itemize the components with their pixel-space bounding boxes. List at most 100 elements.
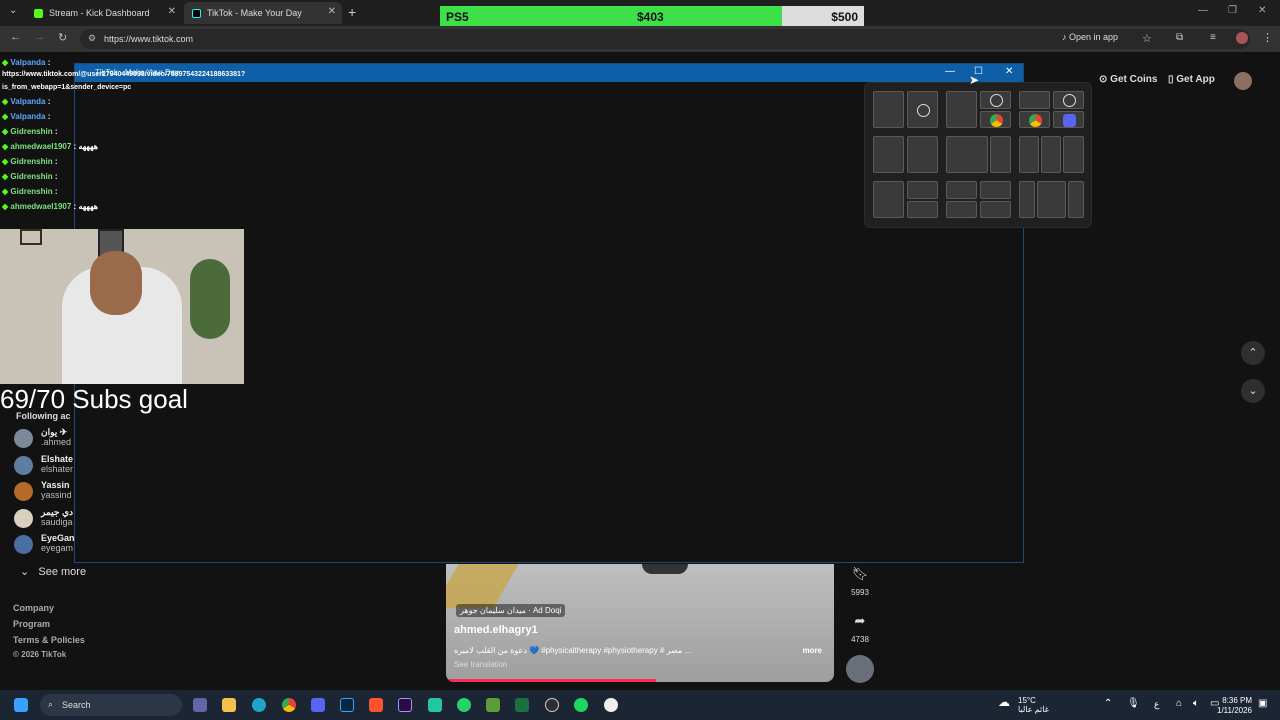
snap-zone[interactable] — [907, 181, 938, 199]
more-button[interactable]: more — [802, 646, 822, 655]
profile-avatar[interactable] — [1236, 32, 1248, 44]
microphone-icon[interactable]: 🎙︎ — [1127, 698, 1140, 709]
save-button[interactable]: 🔖︎ 5993 — [845, 566, 875, 597]
site-info-icon[interactable]: ⚙ — [88, 33, 96, 44]
following-account[interactable]: EyeGan eyegam — [14, 533, 84, 554]
snap-zone[interactable] — [990, 136, 1011, 173]
video-progress-bar[interactable] — [446, 679, 656, 682]
snap-zone[interactable] — [980, 91, 1011, 109]
location-tag[interactable]: ميدان سليمان جوهر · Ad Doqi — [456, 604, 566, 617]
file-explorer-icon[interactable] — [222, 698, 236, 712]
window-minimize-icon[interactable]: — — [1198, 5, 1208, 16]
following-account[interactable]: يوان ✈ .ahmed — [14, 427, 84, 448]
snap-zone[interactable] — [907, 201, 938, 218]
get-app-button[interactable]: ▯ Get App — [1168, 74, 1215, 85]
following-account[interactable]: Yassin yassind — [14, 480, 84, 501]
windows-start-icon[interactable] — [14, 698, 28, 712]
snap-zone[interactable] — [980, 111, 1011, 128]
snap-zone[interactable] — [1068, 181, 1084, 218]
spotify-icon[interactable] — [574, 698, 588, 712]
tab-kick-dashboard[interactable]: Stream - Kick Dashboard ✕ — [26, 2, 182, 24]
following-account[interactable]: Elshate elshater — [14, 454, 84, 475]
snap-zone[interactable] — [1063, 136, 1084, 173]
notifications-icon[interactable]: ▣ — [1258, 698, 1267, 709]
excel-icon[interactable] — [515, 698, 529, 712]
forward-icon[interactable]: → — [34, 31, 45, 43]
edge-icon[interactable] — [252, 698, 266, 712]
snap-zone[interactable] — [946, 91, 977, 128]
chat-text: : — [54, 127, 58, 136]
whatsapp-icon[interactable] — [457, 698, 471, 712]
footer-company-link[interactable]: Company — [13, 603, 54, 613]
new-tab-button[interactable]: + — [348, 4, 356, 20]
snap-zone[interactable] — [873, 136, 904, 173]
reload-icon[interactable]: ↻ — [58, 31, 67, 44]
snap-zone[interactable] — [907, 136, 938, 173]
back-icon[interactable]: ← — [10, 31, 21, 43]
taskbar-clock[interactable]: 8:36 PM 1/11/2026 — [1217, 696, 1252, 716]
language-indicator[interactable]: ع — [1154, 699, 1159, 710]
snap-zone[interactable] — [946, 181, 977, 199]
get-coins-button[interactable]: ⊙ Get Coins — [1099, 74, 1157, 85]
goal-current: $403 — [637, 10, 664, 24]
snap-zone[interactable] — [873, 181, 904, 218]
snap-zone[interactable] — [1041, 136, 1061, 173]
tab-tiktok[interactable]: TikTok - Make Your Day ✕ — [184, 2, 342, 24]
snap-zone[interactable] — [873, 91, 904, 128]
snap-zone[interactable] — [1037, 181, 1066, 218]
footer-program-link[interactable]: Program — [13, 619, 50, 629]
discord-icon[interactable] — [311, 698, 325, 712]
taskbar-search[interactable]: ⌕ Search — [40, 694, 182, 716]
open-in-app-button[interactable]: ♪ Open in app — [1062, 32, 1118, 42]
minecraft-icon[interactable] — [486, 698, 500, 712]
snap-zone[interactable] — [1019, 111, 1050, 128]
window-close-icon[interactable]: ✕ — [1258, 5, 1266, 16]
video-player[interactable]: ميدان سليمان جوهر · Ad Doqi ahmed.elhagr… — [446, 564, 834, 682]
tab-menu-chevron-icon[interactable]: ⌄ — [9, 5, 17, 16]
see-more-button[interactable]: ⌄ See more — [20, 565, 86, 578]
browser-menu-icon[interactable]: ⋮ — [1262, 31, 1273, 44]
reading-list-icon[interactable]: ≡ — [1210, 32, 1216, 43]
popup-close-icon[interactable]: ✕ — [1005, 66, 1013, 77]
snap-zone[interactable] — [1019, 136, 1039, 173]
snap-zone[interactable] — [1019, 91, 1050, 109]
scroll-up-button[interactable]: ⌃ — [1241, 341, 1265, 365]
chat-message: ◆ Valpanda : — [2, 58, 50, 67]
app-icon[interactable] — [604, 698, 618, 712]
popup-minimize-icon[interactable]: — — [945, 66, 955, 77]
snap-zone[interactable] — [980, 181, 1011, 199]
premiere-icon[interactable] — [398, 698, 412, 712]
video-description: دعوة من القلب لاميره 💙 #physicaltherapy … — [454, 646, 692, 655]
snap-zone[interactable] — [946, 136, 988, 173]
scroll-down-button[interactable]: ⌄ — [1241, 379, 1265, 403]
snap-zone[interactable] — [1053, 111, 1084, 128]
weather-widget[interactable]: ☁ 15°C غائم عالبا — [998, 696, 1049, 714]
snap-zone[interactable] — [1019, 181, 1035, 218]
user-avatar[interactable] — [1234, 72, 1252, 90]
chrome-icon[interactable] — [282, 698, 296, 712]
bookmark-star-icon[interactable]: ☆ — [1142, 32, 1152, 45]
obs-icon[interactable] — [545, 698, 559, 712]
snap-zone[interactable] — [946, 201, 977, 218]
see-translation-link[interactable]: See translation — [454, 660, 507, 669]
window-restore-icon[interactable]: ❐ — [1228, 5, 1237, 16]
close-tab-icon[interactable]: ✕ — [168, 6, 176, 17]
photoshop-icon[interactable] — [340, 698, 354, 712]
tray-chevron-icon[interactable]: ⌃ — [1104, 698, 1112, 709]
video-author[interactable]: ahmed.elhagry1 — [454, 624, 538, 636]
snap-zone[interactable] — [980, 201, 1011, 218]
network-icon[interactable]: ⌂ — [1176, 698, 1182, 709]
snap-zone[interactable] — [907, 91, 938, 128]
close-tab-icon[interactable]: ✕ — [328, 6, 336, 17]
footer-terms-link[interactable]: Terms & Policies — [13, 635, 85, 645]
app-icon[interactable] — [428, 698, 442, 712]
teams-icon[interactable] — [193, 698, 207, 712]
music-disc-avatar[interactable] — [846, 655, 874, 683]
following-account[interactable]: دي جيمر saudiga — [14, 507, 84, 528]
save-count: 5993 — [851, 588, 869, 597]
extensions-icon[interactable]: ⧉ — [1176, 32, 1183, 43]
volume-icon[interactable]: 🔈︎ — [1193, 698, 1199, 709]
snap-zone[interactable] — [1053, 91, 1084, 109]
brave-icon[interactable] — [369, 698, 383, 712]
share-button[interactable]: ➦ 4738 — [845, 613, 875, 644]
